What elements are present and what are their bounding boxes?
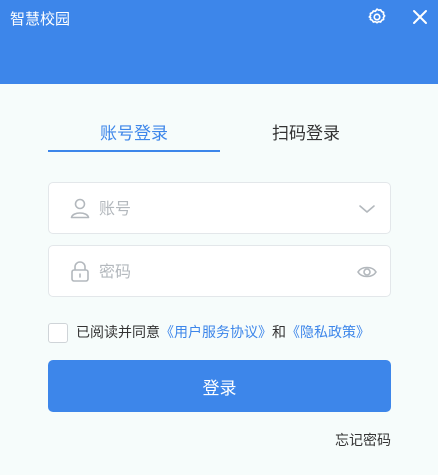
account-field[interactable] — [48, 182, 391, 234]
agreement-conjunction: 和 — [272, 325, 286, 341]
terms-of-service-link[interactable]: 《用户服务协议》 — [160, 325, 272, 341]
app-title: 智慧校园 — [10, 10, 71, 28]
tab-qr-login[interactable]: 扫码登录 — [220, 120, 392, 152]
password-field[interactable] — [48, 245, 391, 297]
tab-account-login[interactable]: 账号登录 — [48, 120, 220, 152]
eye-icon[interactable] — [356, 261, 378, 283]
account-input[interactable] — [99, 183, 349, 233]
settings-button[interactable] — [364, 4, 390, 30]
agreement-prefix: 已阅读并同意 — [76, 325, 160, 341]
agreement-text: 已阅读并同意《用户服务协议》和《隐私政策》 — [76, 322, 370, 344]
title-bar: 智慧校园 — [0, 0, 438, 84]
password-input[interactable] — [99, 246, 349, 296]
agreement-checkbox[interactable] — [48, 323, 68, 343]
close-button[interactable] — [407, 4, 433, 30]
user-icon — [70, 198, 90, 219]
login-tabs: 账号登录 扫码登录 — [48, 120, 391, 152]
gear-icon — [368, 8, 386, 24]
login-window: 智慧校园 账号登录 扫码登录 账号 已阅读并同意《用户服务协议》和《隐私政策》 … — [0, 0, 438, 475]
lock-icon — [71, 261, 89, 282]
close-icon — [413, 10, 427, 24]
privacy-policy-link[interactable]: 《隐私政策》 — [286, 325, 370, 341]
forgot-password-link[interactable]: 忘记密码 — [335, 431, 391, 451]
chevron-down-icon[interactable] — [356, 198, 378, 220]
login-button[interactable]: 登录 — [48, 360, 391, 412]
agreement-row: 已阅读并同意《用户服务协议》和《隐私政策》 — [48, 322, 398, 344]
